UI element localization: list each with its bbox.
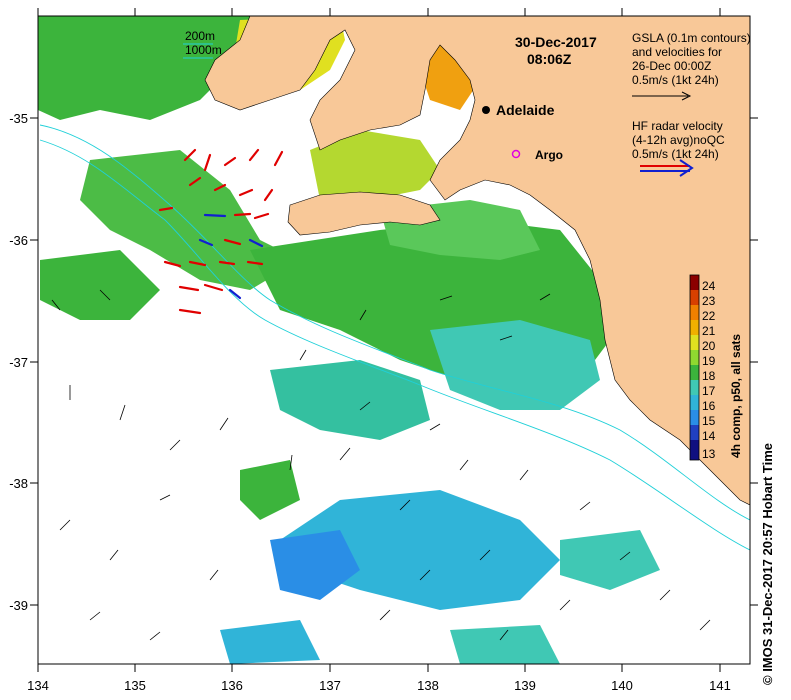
map-plot-area xyxy=(38,16,750,664)
colorbar xyxy=(689,274,700,461)
y-tick-label: -36 xyxy=(9,233,28,248)
colorbar-tick-label: 14 xyxy=(702,429,716,443)
y-tick-labels: -35 -36 -37 -38 -39 xyxy=(9,111,28,613)
x-tick-label: 137 xyxy=(319,678,341,693)
colorbar-tick-label: 20 xyxy=(702,339,716,353)
adelaide-marker xyxy=(482,106,490,114)
hf-legend-line: 0.5m/s (1kt 24h) xyxy=(632,147,719,161)
y-tick-label: -35 xyxy=(9,111,28,126)
x-tick-label: 134 xyxy=(27,678,49,693)
colorbar-tick-label: 23 xyxy=(702,294,716,308)
colorbar-tick-label: 17 xyxy=(702,384,716,398)
map-time: 08:06Z xyxy=(527,51,572,67)
colorbar-tick-label: 15 xyxy=(702,414,716,428)
imos-credit: © IMOS 31-Dec-2017 20:57 Hobart Time xyxy=(760,443,775,685)
x-tick-label: 140 xyxy=(611,678,633,693)
contour-1000-label: 1000m xyxy=(185,43,222,57)
hf-legend-line: HF radar velocity xyxy=(632,119,723,133)
contour-200-label: 200m xyxy=(185,29,215,43)
gsla-legend-line: 26-Dec 00:00Z xyxy=(632,59,711,73)
adelaide-label: Adelaide xyxy=(496,102,555,118)
colorbar-tick-label: 13 xyxy=(702,447,716,461)
colorbar-title: 4h comp, p50, all sats xyxy=(729,334,743,458)
y-tick-label: -38 xyxy=(9,476,28,491)
hf-legend-line: (4-12h avg)noQC xyxy=(632,133,725,147)
y-tick-label: -39 xyxy=(9,598,28,613)
argo-label: Argo xyxy=(535,148,563,162)
colorbar-tick-label: 24 xyxy=(702,279,716,293)
sst-map: 134 135 136 137 138 139 140 141 -35 -36 … xyxy=(9,8,758,693)
x-tick-label: 139 xyxy=(514,678,536,693)
x-tick-labels: 134 135 136 137 138 139 140 141 xyxy=(27,678,731,693)
colorbar-tick-label: 22 xyxy=(702,309,716,323)
colorbar-tick-label: 18 xyxy=(702,369,716,383)
colorbar-tick-label: 16 xyxy=(702,399,716,413)
map-date: 30-Dec-2017 xyxy=(515,34,597,50)
colorbar-tick-label: 21 xyxy=(702,324,716,338)
colorbar-tick-labels: 24 23 22 21 20 19 18 17 16 15 14 13 xyxy=(702,279,716,461)
x-tick-label: 141 xyxy=(709,678,731,693)
gsla-legend-line: and velocities for xyxy=(632,45,722,59)
y-tick-label: -37 xyxy=(9,355,28,370)
colorbar-tick-label: 19 xyxy=(702,354,716,368)
gsla-legend-line: 0.5m/s (1kt 24h) xyxy=(632,73,719,87)
x-tick-label: 136 xyxy=(221,678,243,693)
x-tick-label: 138 xyxy=(417,678,439,693)
x-tick-label: 135 xyxy=(124,678,146,693)
gsla-legend-line: GSLA (0.1m contours) xyxy=(632,31,751,45)
